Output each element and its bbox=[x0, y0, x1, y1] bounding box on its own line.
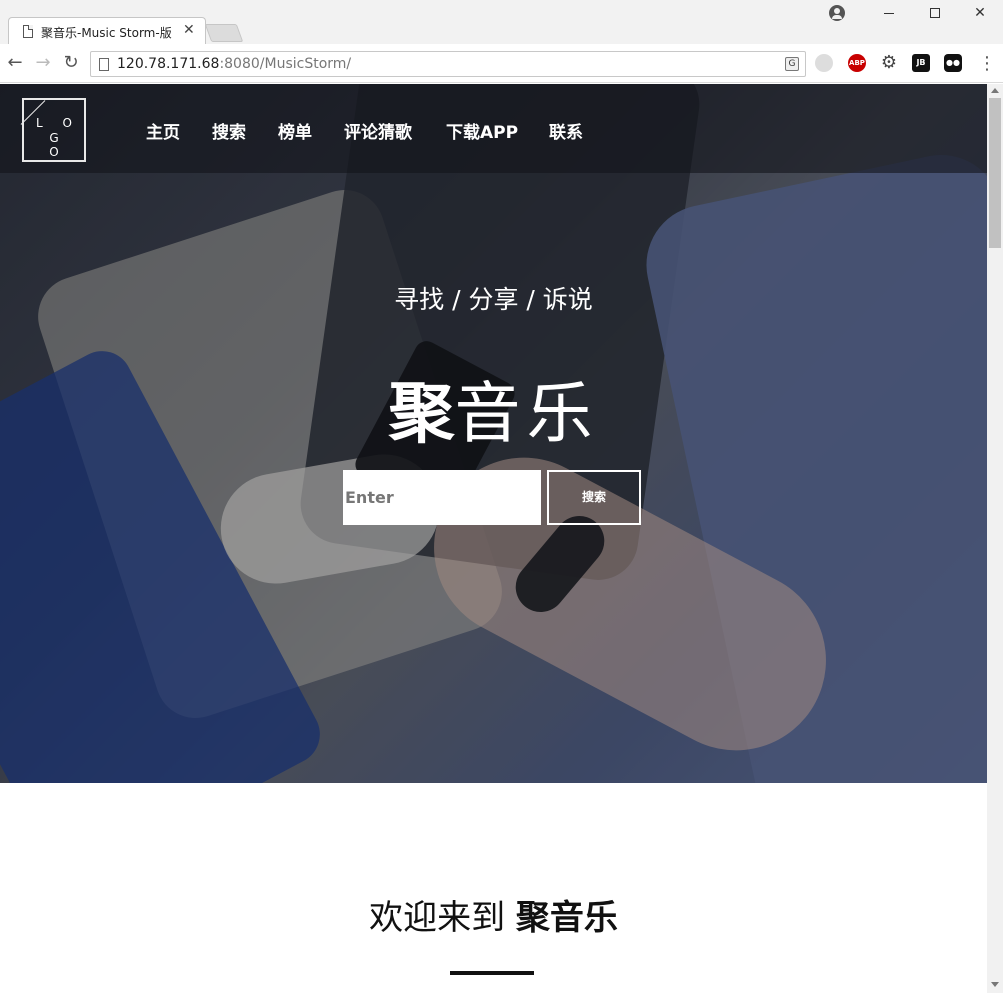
nav-item-home[interactable]: 主页 bbox=[146, 118, 180, 143]
gear-icon[interactable]: ⚙ bbox=[880, 54, 898, 72]
ghostery-icon[interactable]: ●● bbox=[944, 54, 962, 72]
logo-text-bottom: G O bbox=[49, 131, 67, 159]
account-icon[interactable] bbox=[829, 5, 845, 21]
tab-close-icon[interactable]: ✕ bbox=[183, 22, 195, 38]
nav-item-comment-guess[interactable]: 评论猜歌 bbox=[344, 118, 412, 143]
maximize-button[interactable] bbox=[912, 0, 958, 26]
logo-text-top: L O bbox=[36, 116, 80, 130]
back-arrow-icon[interactable]: ← bbox=[4, 52, 26, 74]
browser-window: 聚音乐-Music Storm-版 ✕ ✕ ← → ↻ 120.78.171.6… bbox=[0, 0, 1003, 993]
jetbrains-icon[interactable]: JB bbox=[912, 54, 930, 72]
search-input[interactable] bbox=[343, 470, 541, 525]
site-logo[interactable]: L O G O bbox=[20, 98, 86, 162]
window-close-button[interactable]: ✕ bbox=[957, 0, 1003, 26]
address-bar[interactable]: 120.78.171.68:8080/MusicStorm/ G bbox=[90, 51, 806, 77]
welcome-brand: 聚音乐 bbox=[515, 898, 618, 938]
welcome-heading: 欢迎来到 聚音乐 bbox=[0, 890, 987, 939]
extension-icon[interactable] bbox=[815, 54, 833, 72]
hero-title-bold: 聚 bbox=[388, 375, 455, 452]
nav-item-search[interactable]: 搜索 bbox=[212, 118, 246, 143]
tab-title: 聚音乐-Music Storm-版 bbox=[41, 26, 172, 40]
hero-tagline: 寻找 / 分享 / 诉说 bbox=[394, 285, 593, 314]
adblock-plus-icon[interactable]: ABP bbox=[848, 54, 866, 72]
url-text[interactable]: 120.78.171.68:8080/MusicStorm/ bbox=[117, 56, 351, 72]
minimize-icon bbox=[884, 12, 894, 14]
tab-strip: 聚音乐-Music Storm-版 ✕ ✕ bbox=[0, 0, 1003, 45]
browser-toolbar: ← → ↻ 120.78.171.68:8080/MusicStorm/ G A… bbox=[0, 44, 1003, 83]
url-host: 120.78.171.68 bbox=[117, 56, 220, 72]
site-header: L O G O 主页 搜索 榜单 评论猜歌 下载APP 联系 bbox=[0, 84, 987, 173]
new-tab-button[interactable] bbox=[204, 24, 244, 42]
scroll-down-icon[interactable] bbox=[991, 982, 999, 987]
page-info-icon[interactable] bbox=[99, 58, 109, 71]
forward-arrow-icon[interactable]: → bbox=[32, 52, 54, 74]
url-path: :8080/MusicStorm/ bbox=[219, 56, 352, 72]
nav-item-download-app[interactable]: 下载APP bbox=[446, 118, 518, 143]
scroll-up-icon[interactable] bbox=[991, 88, 999, 93]
reload-icon[interactable]: ↻ bbox=[60, 52, 82, 74]
page-viewport: L O G O 主页 搜索 榜单 评论猜歌 下载APP 联系 寻找 / 分享 /… bbox=[0, 84, 987, 993]
maximize-icon bbox=[930, 8, 940, 18]
browser-tab[interactable]: 聚音乐-Music Storm-版 ✕ bbox=[8, 17, 206, 45]
minimize-button[interactable] bbox=[866, 0, 912, 26]
nav-item-contact[interactable]: 联系 bbox=[549, 118, 583, 143]
page-scrollbar[interactable] bbox=[987, 84, 1003, 993]
welcome-divider bbox=[450, 971, 534, 975]
hero-title-light: 音乐 bbox=[454, 375, 599, 452]
welcome-prefix: 欢迎来到 bbox=[369, 898, 516, 938]
hero-section: L O G O 主页 搜索 榜单 评论猜歌 下载APP 联系 寻找 / 分享 /… bbox=[0, 84, 987, 783]
translate-icon[interactable]: G bbox=[785, 57, 799, 71]
nav-item-charts[interactable]: 榜单 bbox=[278, 118, 312, 143]
scrollbar-thumb[interactable] bbox=[989, 98, 1001, 248]
search-button[interactable]: 搜索 bbox=[547, 470, 641, 525]
browser-menu-icon[interactable]: ⋮ bbox=[978, 53, 996, 74]
page-favicon-icon bbox=[23, 25, 33, 38]
hero-title: 聚音乐 bbox=[0, 360, 987, 456]
